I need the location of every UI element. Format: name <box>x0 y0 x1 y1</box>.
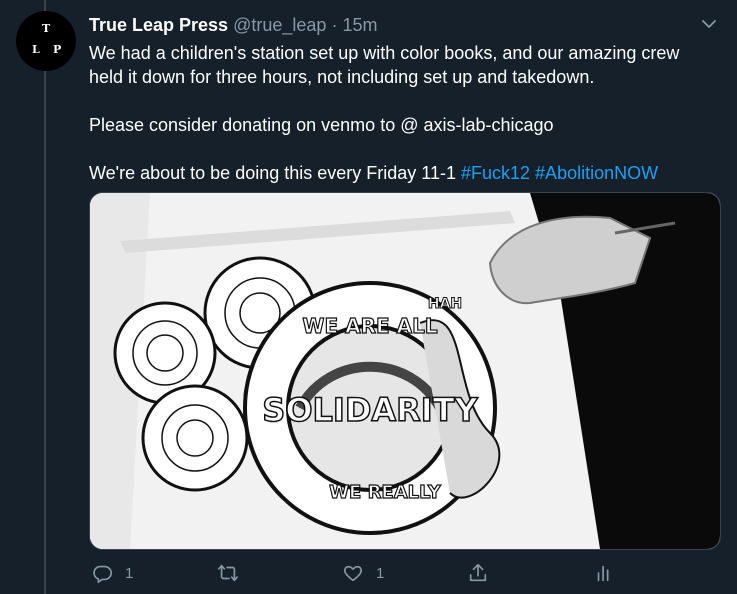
retweet-icon <box>218 564 238 582</box>
reply-icon <box>93 565 112 583</box>
thread-line <box>44 0 46 594</box>
tweet-header: True Leap Press @true_leap · 15m <box>89 13 717 37</box>
avatar-letter-l: L <box>32 43 40 56</box>
tweet-text: We had a children's station set up with … <box>89 41 709 185</box>
display-name[interactable]: True Leap Press <box>89 15 228 35</box>
avatar[interactable]: T L P <box>16 11 76 71</box>
analytics-icon <box>597 565 609 582</box>
share-icon <box>469 563 487 582</box>
share-button[interactable] <box>467 560 489 586</box>
avatar-letter-p: P <box>53 43 62 56</box>
timestamp[interactable]: 15m <box>342 15 377 35</box>
tweet-paragraph-1: We had a children's station set up with … <box>89 43 680 87</box>
reply-button[interactable]: 1 <box>91 560 133 586</box>
separator-dot: · <box>331 15 338 35</box>
like-count: 1 <box>376 564 385 582</box>
art-arc-bottom: WE REALLY <box>329 482 442 503</box>
art-center: SOLIDARITY <box>262 391 478 429</box>
user-handle[interactable]: @true_leap <box>233 15 326 35</box>
tweet-paragraph-3: We're about to be doing this every Frida… <box>89 161 709 185</box>
chevron-down-icon[interactable] <box>699 14 719 34</box>
coloring-page-photo: WE ARE ALL SOLIDARITY WE REALLY HAH <box>90 193 720 549</box>
tweet-photo[interactable]: WE ARE ALL SOLIDARITY WE REALLY HAH <box>89 192 721 550</box>
tweet-paragraph-3-text: We're about to be doing this every Frida… <box>89 163 461 183</box>
hashtag-abolitionnow[interactable]: #AbolitionNOW <box>535 163 658 183</box>
art-arc-top: WE ARE ALL <box>302 314 437 338</box>
analytics-button[interactable] <box>593 560 615 586</box>
hashtag-fuck12[interactable]: #Fuck12 <box>461 163 530 183</box>
avatar-letter-t: T <box>42 22 51 35</box>
heart-icon <box>343 565 363 582</box>
retweet-button[interactable] <box>217 560 251 586</box>
art-ribbon-top: HAH <box>428 296 462 312</box>
tweet-paragraph-2: Please consider donating on venmo to @ a… <box>89 115 554 135</box>
reply-count: 1 <box>125 564 134 582</box>
action-bar: 1 1 <box>89 560 629 586</box>
like-button[interactable]: 1 <box>342 560 384 586</box>
